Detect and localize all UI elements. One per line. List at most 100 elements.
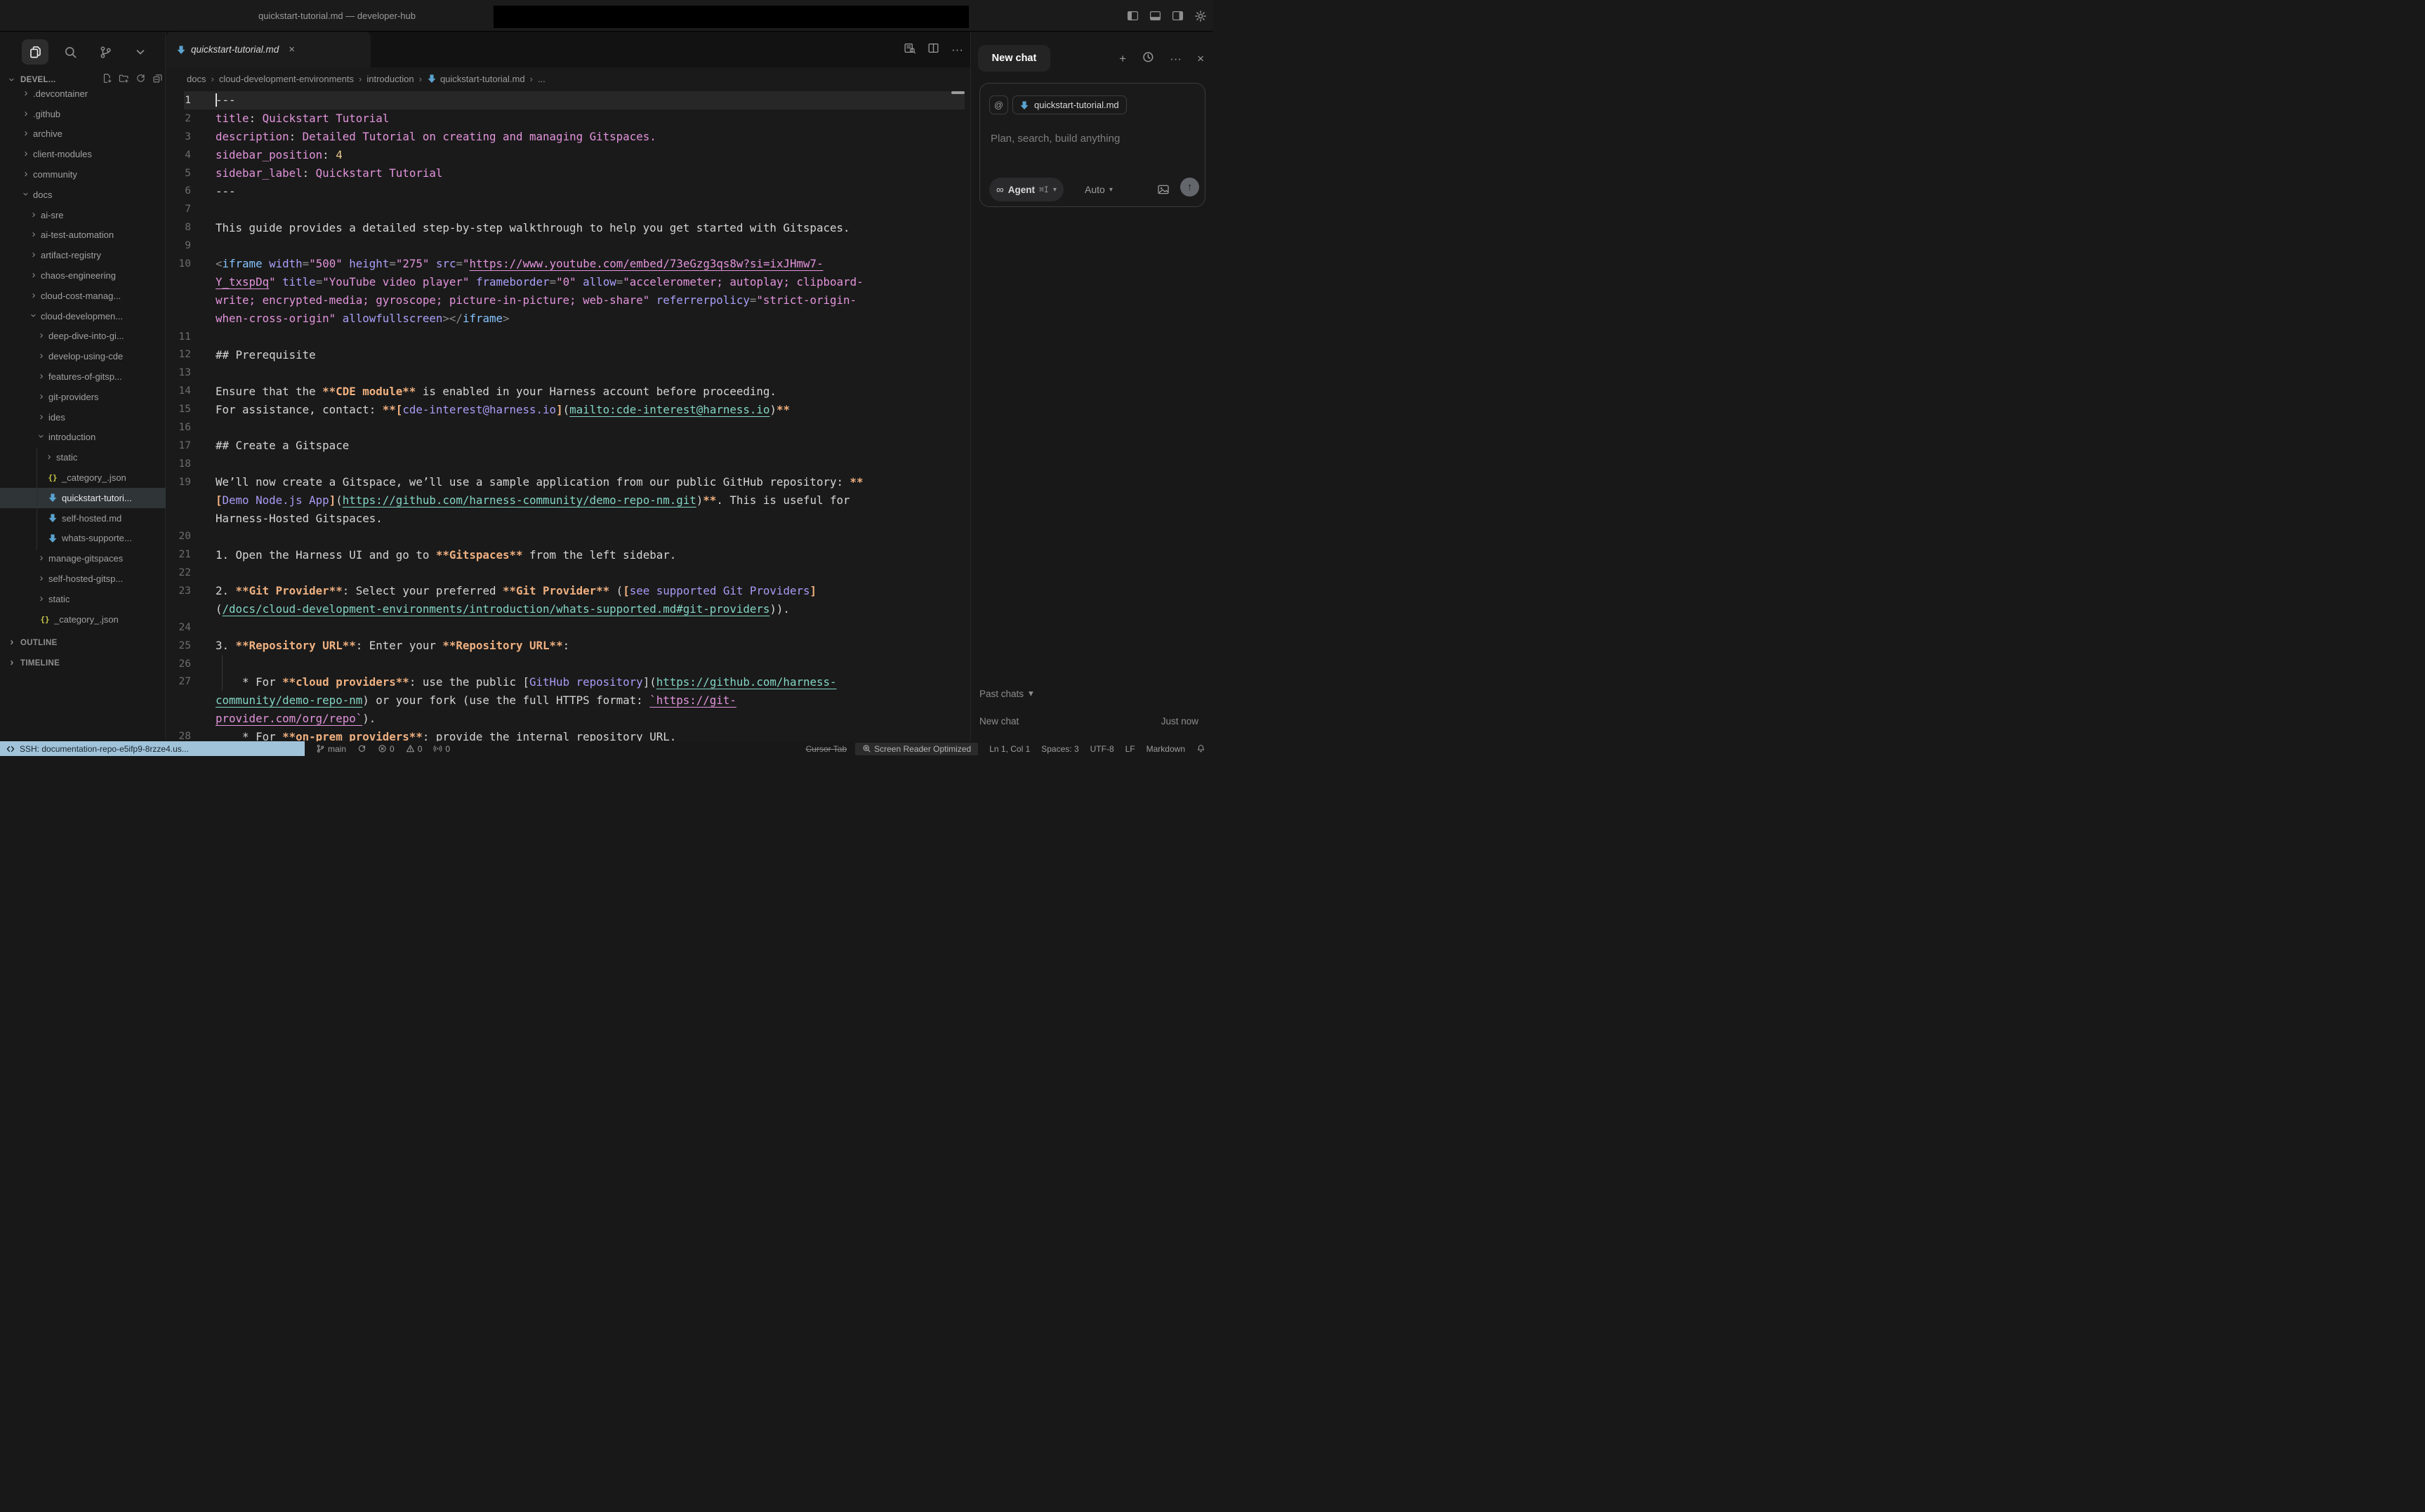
- tree-item--devcontainer[interactable]: ›.devcontainer: [0, 84, 166, 104]
- attach-image-icon[interactable]: [1157, 183, 1170, 196]
- chat-tab-new-chat[interactable]: New chat: [978, 45, 1050, 72]
- code-line[interactable]: when-cross-origin" allowfullscreen></ifr…: [166, 310, 970, 328]
- status-item-0[interactable]: 0: [433, 744, 450, 754]
- tree-item-static[interactable]: ›static: [0, 447, 166, 467]
- tree-item-ai-test-automation[interactable]: ›ai-test-automation: [0, 225, 166, 246]
- tree-item-archive[interactable]: ›archive: [0, 124, 166, 145]
- code-line[interactable]: 24: [166, 618, 970, 637]
- code-line[interactable]: (/docs/cloud-development-environments/in…: [166, 600, 970, 618]
- status-item-bell[interactable]: [1196, 744, 1205, 753]
- sidebar-section-timeline[interactable]: ›TIMELINE: [0, 653, 166, 673]
- sidebar-section-outline[interactable]: ›OUTLINE: [0, 632, 166, 653]
- code-line[interactable]: community/demo-repo-nm) or your fork (us…: [166, 691, 970, 709]
- tree-item-git-providers[interactable]: ›git-providers: [0, 387, 166, 407]
- tree-item-cloud-developmen-[interactable]: ›cloud-developmen...: [0, 306, 166, 326]
- tree-item-introduction[interactable]: ›introduction: [0, 427, 166, 448]
- tree-item-ai-sre[interactable]: ›ai-sre: [0, 205, 166, 225]
- toggle-right-sidebar-icon[interactable]: [1172, 10, 1184, 22]
- split-editor-icon[interactable]: [927, 42, 939, 58]
- code-line[interactable]: 253. **Repository URL**: Enter your **Re…: [166, 637, 970, 655]
- code-line[interactable]: 28 * For **on-prem providers**: provide …: [166, 727, 970, 741]
- code-line[interactable]: 27 * For **cloud providers**: use the pu…: [166, 673, 970, 691]
- activity-chevron-down-icon[interactable]: [127, 39, 154, 65]
- code-line[interactable]: 19We’ll now create a Gitspace, we’ll use…: [166, 473, 970, 491]
- settings-gear-icon[interactable]: [1194, 10, 1207, 22]
- tree-item-artifact-registry[interactable]: ›artifact-registry: [0, 245, 166, 265]
- tree-item-manage-gitspaces[interactable]: ›manage-gitspaces: [0, 548, 166, 569]
- code-line[interactable]: 26: [166, 655, 970, 673]
- tab-quickstart-tutorial[interactable]: quickstart-tutorial.md ×: [166, 32, 371, 67]
- code-line[interactable]: 5sidebar_label: Quickstart Tutorial: [166, 164, 970, 183]
- tree-item-whats-supporte-[interactable]: whats-supporte...: [0, 529, 166, 549]
- agent-mode-select[interactable]: ∞ Agent ⌘I ▾: [989, 178, 1064, 201]
- code-line[interactable]: 20: [166, 527, 970, 545]
- breadcrumb-item[interactable]: cloud-development-environments: [219, 74, 354, 84]
- more-actions-icon[interactable]: ···: [951, 44, 963, 55]
- activity-source-control-icon[interactable]: [92, 39, 119, 65]
- status-item-lf[interactable]: LF: [1125, 744, 1135, 754]
- tree-item--category-json[interactable]: {}_category_.json: [0, 467, 166, 488]
- tree-item-ides[interactable]: ›ides: [0, 407, 166, 427]
- tree-item-static[interactable]: ›static: [0, 589, 166, 609]
- code-line[interactable]: 10<iframe width="500" height="275" src="…: [166, 255, 970, 273]
- code-line[interactable]: provider.com/org/repo`).: [166, 709, 970, 727]
- code-line[interactable]: 12## Prerequisite: [166, 345, 970, 364]
- code-line[interactable]: 7: [166, 200, 970, 218]
- code-line[interactable]: Harness-Hosted Gitspaces.: [166, 509, 970, 527]
- chat-more-icon[interactable]: ···: [1170, 53, 1182, 65]
- code-line[interactable]: 4sidebar_position: 4: [166, 146, 970, 164]
- status-item-cursor-tab[interactable]: Cursor Tab: [806, 744, 847, 754]
- chevron-down-icon[interactable]: ›: [7, 74, 18, 84]
- tree-item-community[interactable]: ›community: [0, 164, 166, 185]
- status-item-screen-reader-optimized[interactable]: Screen Reader Optimized: [855, 743, 978, 755]
- send-button[interactable]: ↑: [1180, 178, 1199, 197]
- status-item-markdown[interactable]: Markdown: [1147, 744, 1185, 754]
- activity-files-icon[interactable]: [22, 39, 48, 65]
- remote-indicator[interactable]: SSH: documentation-repo-e5ifp9-8rzze4.us…: [0, 741, 305, 756]
- tree-item-docs[interactable]: ›docs: [0, 185, 166, 205]
- code-line[interactable]: 211. Open the Harness UI and go to **Git…: [166, 545, 970, 564]
- tree-item-deep-dive-into-gi-[interactable]: ›deep-dive-into-gi...: [0, 326, 166, 347]
- add-context-button[interactable]: @: [989, 95, 1008, 114]
- code-line[interactable]: 18: [166, 455, 970, 473]
- past-chat-item[interactable]: New chat Just now: [979, 716, 1198, 727]
- code-line[interactable]: [Demo Node.js App](https://github.com/ha…: [166, 491, 970, 510]
- code-line[interactable]: 6---: [166, 182, 970, 200]
- chat-input-card[interactable]: @ quickstart-tutorial.md Plan, search, b…: [979, 83, 1205, 207]
- tree-item-self-hosted-md[interactable]: self-hosted.md: [0, 508, 166, 529]
- past-chats-header[interactable]: Past chats ▾: [979, 688, 1033, 699]
- status-item-ln-1-col-1[interactable]: Ln 1, Col 1: [989, 744, 1030, 754]
- chat-close-icon[interactable]: ×: [1197, 53, 1204, 65]
- model-select[interactable]: Auto ▾: [1085, 178, 1113, 201]
- chat-history-icon[interactable]: [1142, 51, 1154, 67]
- scrollbar-thumb[interactable]: [951, 91, 965, 94]
- code-line[interactable]: Y_txspDq" title="YouTube video player" f…: [166, 273, 970, 291]
- code-line[interactable]: 13: [166, 364, 970, 382]
- code-line[interactable]: 3description: Detailed Tutorial on creat…: [166, 128, 970, 146]
- breadcrumb-item[interactable]: docs: [187, 74, 206, 84]
- activity-search-icon[interactable]: [57, 39, 84, 65]
- tree-item-quickstart-tutori-[interactable]: quickstart-tutori...: [0, 488, 166, 508]
- close-tab-icon[interactable]: ×: [289, 44, 295, 55]
- tree-item-develop-using-cde[interactable]: ›develop-using-cde: [0, 346, 166, 366]
- code-line[interactable]: 232. **Git Provider**: Select your prefe…: [166, 582, 970, 600]
- tree-item-self-hosted-gitsp-[interactable]: ›self-hosted-gitsp...: [0, 569, 166, 589]
- status-item-utf-8[interactable]: UTF-8: [1090, 744, 1114, 754]
- code-line[interactable]: write; encrypted-media; gyroscope; pictu…: [166, 291, 970, 310]
- code-line[interactable]: 14Ensure that the **CDE module** is enab…: [166, 382, 970, 400]
- code-editor[interactable]: 1---2title: Quickstart Tutorial3descript…: [166, 90, 970, 741]
- open-preview-icon[interactable]: [904, 42, 916, 58]
- toggle-left-sidebar-icon[interactable]: [1127, 10, 1139, 22]
- breadcrumb-item[interactable]: introduction: [366, 74, 414, 84]
- code-line[interactable]: 11: [166, 328, 970, 346]
- status-item-main[interactable]: main: [316, 744, 346, 754]
- code-line[interactable]: 16: [166, 418, 970, 437]
- tree-item--category-json[interactable]: {}_category_.json: [0, 609, 166, 630]
- code-line[interactable]: 2title: Quickstart Tutorial: [166, 110, 970, 128]
- code-line[interactable]: 22: [166, 564, 970, 582]
- code-line[interactable]: 8This guide provides a detailed step-by-…: [166, 218, 970, 237]
- status-item-0[interactable]: 0: [378, 744, 395, 754]
- status-item-spaces-3[interactable]: Spaces: 3: [1041, 744, 1078, 754]
- code-line[interactable]: 17## Create a Gitspace: [166, 437, 970, 455]
- code-line[interactable]: 9: [166, 237, 970, 255]
